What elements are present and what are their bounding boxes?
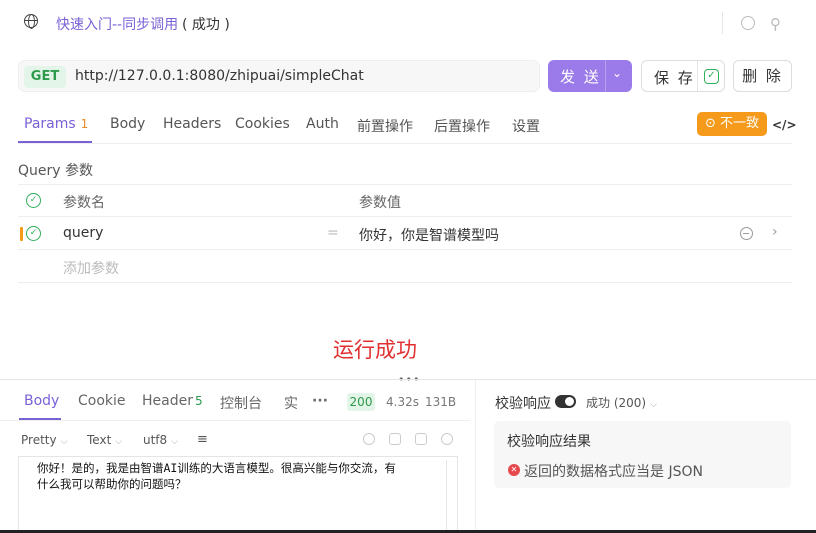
chevron-right-icon[interactable]: › [772,224,778,240]
tab-auth[interactable]: Auth [306,116,339,132]
chevron-down-icon[interactable]: ⌄ [612,66,622,80]
tab-count: 5 [194,394,203,408]
status-code-badge: 200 [347,393,375,411]
divider [605,60,606,92]
send-button[interactable]: 发 送 ⌄ [548,60,632,92]
query-section-title: Query 参数 [18,163,93,179]
delete-button[interactable]: 删 除 [733,60,792,92]
save-label: 保 存 [654,69,695,87]
tab-cookies[interactable]: Cookies [235,116,290,132]
tab-label: Header [142,393,193,409]
tab-body[interactable]: Body [110,116,145,132]
format-select[interactable]: Pretty ⌵ [21,433,67,447]
encoding-select[interactable]: utf8 ⌵ [143,433,178,447]
row-marker [20,227,23,241]
wrap-lines-icon[interactable]: ≡ [197,432,208,447]
divider[interactable] [475,380,476,533]
divider [18,184,792,185]
response-size: 131B [425,395,457,409]
check-icon[interactable]: ✓ [704,69,719,84]
format-label: Pretty [21,433,57,447]
column-header-value: 参数值 [359,195,401,211]
response-tab-cookie[interactable]: Cookie [78,393,126,409]
code-icon[interactable]: </> [772,118,797,132]
row-check-icon[interactable]: ✓ [26,226,41,241]
tab-headers[interactable]: Headers [163,116,221,132]
divider [697,61,698,91]
tab-pre-actions[interactable]: 前置操作 [357,116,413,136]
tab-label: Params [24,116,76,132]
validate-toggle[interactable] [555,395,576,408]
copy-response-icon[interactable] [363,433,375,445]
divider [722,12,723,34]
response-tab-header[interactable]: Header 5 [142,393,203,409]
chevron-down-icon: ⌵ [650,400,657,410]
column-header-name: 参数名 [63,195,105,211]
url-input[interactable]: http://127.0.0.1:8080/zhipuai/simpleChat [75,68,364,84]
response-tab-body[interactable]: Body [24,393,59,409]
method-badge[interactable]: GET [24,66,66,88]
tab-post-actions[interactable]: 后置操作 [434,116,490,136]
remove-icon[interactable] [740,227,753,240]
encoding-label: utf8 [143,433,168,447]
response-time: 4.32s [386,395,419,409]
tab-count: 1 [80,117,89,131]
tab-params[interactable]: Params 1 [24,116,88,132]
search-icon[interactable] [441,433,453,445]
chevron-down-icon: ⌵ [115,437,123,447]
type-select[interactable]: Text ⌵ [87,433,122,447]
success-message: 运行成功 [333,338,417,362]
share-icon[interactable]: ⚲ [770,15,781,33]
divider [18,249,792,250]
scrollbar[interactable] [446,460,458,533]
save-button[interactable]: 保 存 ✓ [641,60,725,92]
divider [0,379,816,380]
tab-settings[interactable]: 设置 [512,116,540,136]
type-label: Text [87,433,112,447]
param-value[interactable]: 你好，你是智谱模型吗 [359,225,499,245]
validation-error-text: 返回的数据格式应当是 JSON [524,464,703,480]
more-icon[interactable]: ··· [312,393,328,409]
send-label: 发 送 [560,68,601,86]
validation-status-label: 成功 (200) [586,396,647,410]
chevron-down-icon: ⌵ [171,437,178,447]
chevron-down-icon: ⌵ [60,437,68,447]
validation-status-select[interactable]: 成功 (200) ⌵ [586,394,657,411]
request-tabs: Params 1 Body Headers Cookies Auth 前置操作 后… [0,116,700,138]
validate-response-label: 校验响应 [495,396,551,412]
equals-icon: = [327,225,339,241]
add-param-input[interactable]: 添加参数 [63,258,119,278]
select-all-check-icon[interactable]: ✓ [26,193,41,208]
download-icon[interactable] [389,433,401,445]
inconsistent-badge[interactable]: ⊙ 不一致 [697,112,767,136]
response-line: 你好！是的，我是由智谱AI训练的大语言模型。很高兴能与你交流，有 [37,461,396,475]
response-tab-console[interactable]: 控制台 [220,393,262,413]
divider [18,216,792,217]
run-status-text: ( 成功 ) [182,17,230,33]
response-text: 你好！是的，我是由智谱AI训练的大语言模型。很高兴能与你交流，有 什么我可以帮助… [37,460,437,492]
page-title: 快速入门--同步调用 [56,17,179,33]
divider [18,282,792,283]
divider [18,143,792,144]
globe-icon [24,14,38,29]
duplicate-icon[interactable] [415,433,427,445]
error-icon: ✕ [508,464,520,476]
response-line: 什么我可以帮助你的问题吗？ [37,477,187,491]
divider [0,420,470,421]
param-name[interactable]: query [63,225,103,241]
copy-icon[interactable] [741,16,755,30]
response-tab-realtime[interactable]: 实 [284,393,298,413]
validation-result-title: 校验响应结果 [507,434,591,450]
